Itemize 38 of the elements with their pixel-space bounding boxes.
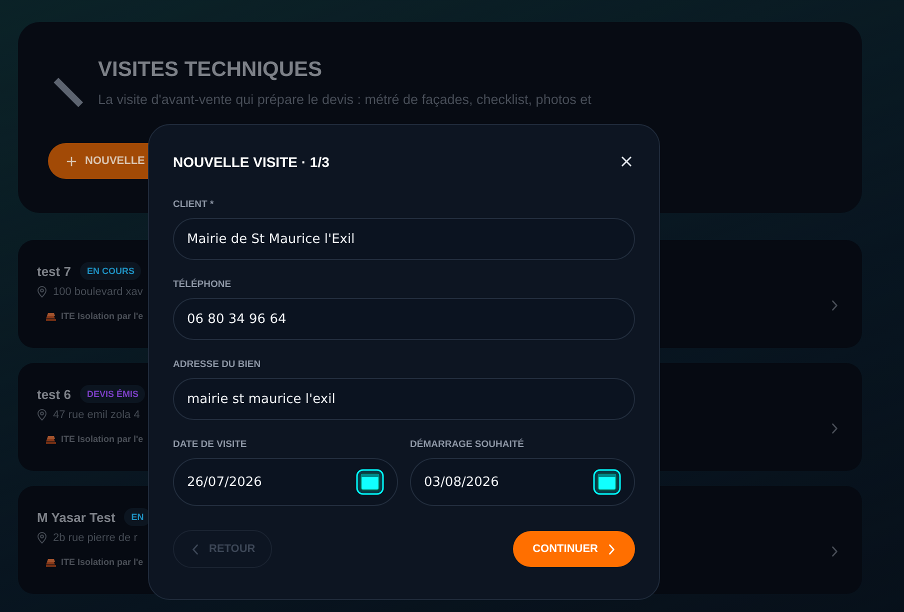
visit-address: 100 boulevard xav <box>53 286 143 298</box>
visit-address: 47 rue emil zola 4 <box>53 409 140 421</box>
chevron-left-icon <box>192 544 199 554</box>
visit-address: 2b rue pierre de r <box>53 532 138 544</box>
plus-icon <box>66 156 77 166</box>
location-pin-icon <box>37 532 47 544</box>
calendar-icon[interactable] <box>593 469 621 495</box>
work-type: ITE Isolation par l'e <box>61 434 144 444</box>
date-field[interactable]: 03/08/2026 <box>410 458 635 506</box>
chevron-right-icon <box>831 422 838 434</box>
visit-name: test 7 <box>37 264 71 278</box>
input-field[interactable]: mairie st maurice l'exil <box>173 378 635 420</box>
page-title: VISITES TECHNIQUES <box>98 58 324 82</box>
work-type: ITE Isolation par l'e <box>61 311 144 321</box>
close-icon <box>621 156 632 167</box>
location-pin-icon <box>37 286 47 298</box>
calendar-icon[interactable] <box>356 469 384 495</box>
date-field[interactable]: 26/07/2026 <box>173 458 398 506</box>
status-badge: EN COURS <box>80 262 142 280</box>
chevron-right-icon <box>608 544 615 554</box>
work-type: ITE Isolation par l'e <box>61 557 144 567</box>
chevron-right-icon <box>831 546 838 556</box>
field-label: TÉLÉPHONE <box>173 279 232 290</box>
field-label: ADRESSE DU BIEN <box>173 359 262 370</box>
bricks-icon <box>45 433 57 445</box>
field-label: CLIENT * <box>173 199 215 210</box>
field-label: DÉMARRAGE SOUHAITÉ <box>410 439 526 450</box>
field-label: DATE DE VISITE <box>173 439 248 450</box>
bricks-icon <box>45 556 57 568</box>
input-field[interactable]: Mairie de St Maurice l'Exil <box>173 218 635 260</box>
status-badge: DEVIS ÉMIS <box>80 385 146 403</box>
input-field[interactable]: 06 80 34 96 64 <box>173 298 635 340</box>
visit-name: M Yasar Test <box>37 510 116 524</box>
location-pin-icon <box>37 409 47 421</box>
visit-name: test 6 <box>37 386 71 402</box>
bricks-icon <box>45 310 57 322</box>
chevron-right-icon <box>831 300 838 310</box>
page-description: La visite d'avant-vente qui prépare le devis : métré de façades, checklist, photos et <box>98 91 592 109</box>
